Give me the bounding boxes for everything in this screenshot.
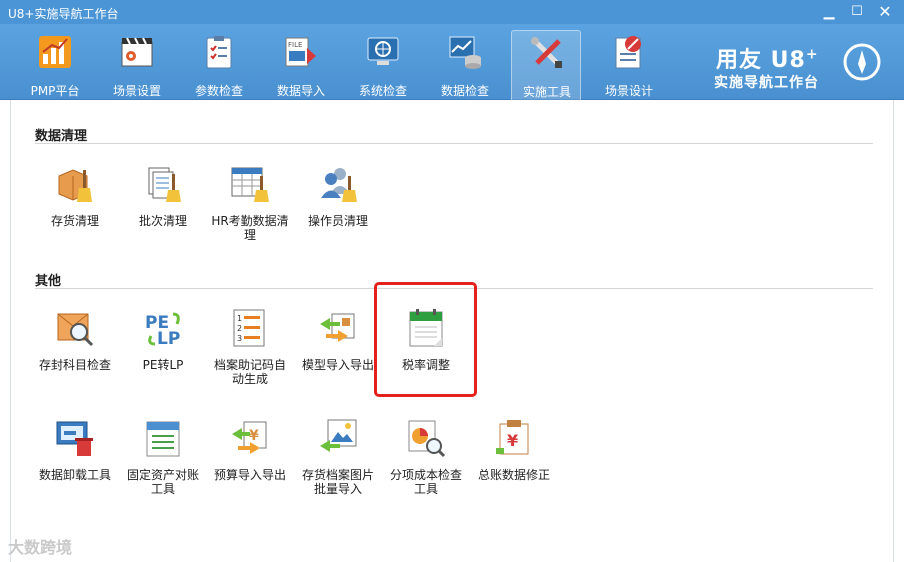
tool-label: 总账数据修正 (477, 468, 550, 482)
brand-logo: 用友 U8+ 实施导航工作台 (712, 36, 892, 96)
tab-label: PMP平台 (30, 84, 80, 98)
inventory-broom-icon (58, 169, 92, 202)
tool-inventory-image-import[interactable]: 存货档案图片批量导入 (297, 418, 379, 508)
tab-pmp[interactable]: PMP平台 (20, 30, 90, 100)
tool-inventory-cleanup[interactable]: 存货清理 (34, 164, 116, 254)
tool-hr-attendance-cleanup[interactable]: HR考勤数据清理 (209, 164, 291, 254)
tab-label: 场景设置 (112, 84, 161, 98)
tab-label: 场景设计 (604, 84, 653, 98)
asset-reconcile-icon (146, 421, 180, 457)
brand-subtitle: 实施导航工作台 (714, 75, 819, 91)
svg-text:1: 1 (237, 314, 242, 323)
minimize-button[interactable]: ▁ (818, 2, 840, 22)
tool-label: PE转LP (142, 358, 184, 372)
close-button[interactable]: ✕ (874, 2, 896, 22)
operator-broom-icon (321, 168, 357, 202)
data-unload-icon (56, 421, 93, 456)
model-transfer-icon (320, 313, 355, 342)
tool-label: 存货档案图片批量导入 (301, 468, 374, 496)
tool-label: 存封科目检查 (38, 358, 111, 372)
maximize-button[interactable]: ☐ (846, 2, 868, 22)
svg-text:¥: ¥ (507, 431, 518, 450)
clapper-gear-icon (121, 37, 153, 67)
tab-impl-tools[interactable]: 实施工具 (511, 30, 581, 100)
tool-data-unload[interactable]: 数据卸载工具 (34, 418, 116, 508)
tab-param-check[interactable]: 参数检查 (184, 30, 254, 100)
tab-scene-design[interactable]: 场景设计 (594, 30, 664, 100)
tab-label: 实施工具 (522, 85, 571, 99)
numbered-list-icon: 1 2 3 (233, 309, 265, 347)
brand-name: 用友 U8 (716, 48, 806, 73)
tab-label: 数据检查 (440, 84, 489, 98)
tool-batch-cleanup[interactable]: 批次清理 (122, 164, 204, 254)
svg-text:LP: LP (157, 329, 180, 348)
tab-label: 系统检查 (358, 84, 407, 98)
tool-label: 模型导入导出 (301, 358, 374, 372)
tool-label: 数据卸载工具 (38, 468, 111, 482)
tool-envelope-subject-check[interactable]: 存封科目检查 (34, 308, 116, 398)
watermark: 大数跨境 (8, 538, 73, 557)
database-icon (449, 36, 481, 69)
tab-scene-settings[interactable]: 场景设置 (102, 30, 172, 100)
tab-label: 数据导入 (276, 84, 325, 98)
tool-label: 预算导入导出 (213, 468, 286, 482)
tool-budget-import-export[interactable]: ¥ 预算导入导出 (209, 418, 291, 508)
monitor-icon (367, 37, 399, 65)
svg-text:FILE: FILE (288, 41, 302, 49)
tab-data-import[interactable]: FILE 数据导入 (266, 30, 336, 100)
window-title: U8+实施导航工作台 (8, 7, 119, 21)
highlight-box (374, 282, 477, 397)
section-title-cleanup: 数据清理 (35, 129, 88, 144)
brand-plus: + (805, 46, 819, 63)
svg-text:3: 3 (237, 334, 242, 343)
batch-broom-icon (148, 167, 181, 202)
budget-transfer-icon: ¥ (232, 421, 267, 454)
hr-attendance-broom-icon (231, 167, 269, 202)
tool-label: 分项成本检查工具 (389, 468, 462, 496)
section-divider (35, 143, 873, 144)
tab-data-check[interactable]: 数据检查 (430, 30, 500, 100)
tool-label: 操作员清理 (307, 214, 368, 228)
tool-pe-to-lp[interactable]: PE LP PE转LP (122, 308, 204, 398)
title-bar: U8+实施导航工作台 ▁ ☐ ✕ (0, 0, 904, 24)
design-icon (615, 36, 641, 69)
pe-lp-icon: PE LP (145, 312, 180, 348)
tool-ledger-fix[interactable]: ¥ 总账数据修正 (473, 418, 555, 508)
tool-fixed-asset-reconcile[interactable]: 固定资产对账工具 (122, 418, 204, 508)
tool-operator-cleanup[interactable]: 操作员清理 (297, 164, 379, 254)
tool-model-import-export[interactable]: 模型导入导出 (297, 308, 379, 398)
tool-mnemonic-generate[interactable]: 1 2 3 档案助记码自动生成 (209, 308, 291, 398)
svg-text:2: 2 (237, 324, 242, 333)
section-title-other: 其他 (35, 274, 62, 289)
tab-system-check[interactable]: 系统检查 (348, 30, 418, 100)
image-import-icon (320, 419, 357, 452)
tool-label: 档案助记码自动生成 (213, 358, 286, 386)
compass-icon (843, 43, 881, 81)
cost-check-icon (408, 420, 446, 458)
file-import-icon: FILE (285, 37, 316, 67)
toolbar-ribbon: PMP平台 场景设置 参数检查 FILE 数据导入 系统检查 数据检查 实施工具… (0, 24, 904, 100)
clipboard-check-icon (206, 36, 232, 69)
tool-item-cost-check[interactable]: 分项成本检查工具 (385, 418, 467, 508)
tool-label: 批次清理 (138, 214, 187, 228)
tools-icon (531, 37, 562, 68)
chart-icon (39, 36, 71, 68)
envelope-search-icon (57, 313, 94, 347)
ledger-fix-icon: ¥ (496, 420, 529, 455)
tool-label: 存货清理 (50, 214, 99, 228)
tool-label: 固定资产对账工具 (126, 468, 199, 496)
tool-label: HR考勤数据清理 (211, 214, 289, 242)
svg-text:¥: ¥ (249, 428, 259, 444)
tab-label: 参数检查 (194, 84, 243, 98)
